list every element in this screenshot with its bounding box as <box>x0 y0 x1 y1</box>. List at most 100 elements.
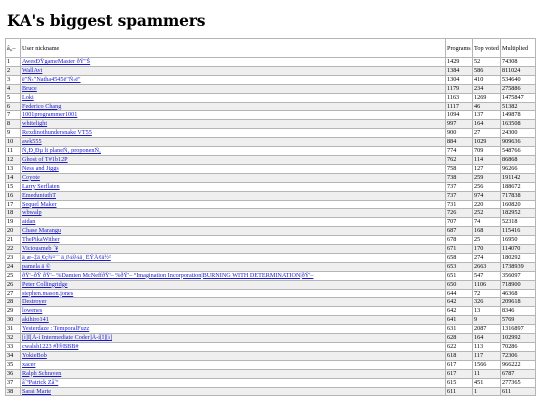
multiplied-cell: 811024 <box>500 65 536 76</box>
user-link[interactable]: Loki <box>22 94 34 101</box>
nickname-cell: pamela ä © <box>20 261 446 272</box>
table-row: 6 Federico Chang 1117 46 51382 <box>5 101 536 112</box>
table-row: 23 ä¸­æ–‡ä¸€ç¾¤¨¨ ä¸­ï¼š¼ä¸­ ÈŸÂ¢ä½² 658… <box>5 252 536 263</box>
multiplied-cell: 102992 <box>500 333 536 343</box>
programs-cell: 678 <box>445 235 473 246</box>
top-voted-cell: 547 <box>472 270 501 281</box>
rank-cell: 26 <box>5 279 21 290</box>
user-link[interactable]: [ì]Î[Ã-í Intermediate Coder]Ã-í[Î][ì] <box>22 335 112 342</box>
user-link[interactable]: ä¸­æ–‡ä¸€ç¾¤¨¨ ä¸­ï¼š¼ä¸­ ÈŸÂ¢ä½² <box>22 254 111 261</box>
top-voted-cell: 2663 <box>472 261 501 272</box>
page: KA's biggest spammers â„– User nickname … <box>0 0 540 405</box>
user-link[interactable]: AwesÐŸgameMaster ðŸ"Š <box>22 58 90 65</box>
user-link[interactable]: akihiro141 <box>22 317 49 324</box>
rank-cell: 19 <box>5 217 21 228</box>
programs-cell: 687 <box>445 226 473 237</box>
top-voted-cell: 252 <box>472 208 501 219</box>
rank-cell: 33 <box>5 342 21 352</box>
rank-cell: 15 <box>5 181 21 192</box>
programs-cell: 618 <box>445 350 473 361</box>
nickname-cell: Ness and Jiggs <box>20 163 446 174</box>
programs-cell: 1384 <box>445 65 473 76</box>
user-link[interactable]: Rexdinothundersnake VT55 <box>22 130 92 137</box>
table-row: 11 Ñ‚Ð¸Ðµ lt planeÑ‚ proponenÑ‚ 774 709 … <box>5 146 536 156</box>
user-link[interactable]: Sarai Marte <box>22 388 51 395</box>
user-link[interactable]: 1001programmer1001 <box>22 112 77 119</box>
multiplied-cell: 182952 <box>500 208 536 219</box>
rank-cell: 14 <box>5 172 21 183</box>
user-link[interactable]: Sequel Maker <box>22 201 57 208</box>
user-link[interactable]: cwalsh1223 #Ï®BBB# <box>22 343 78 350</box>
nickname-cell: xacer <box>20 359 446 370</box>
nickname-cell: ThePikaWither <box>20 235 446 246</box>
programs-cell: 615 <box>445 377 473 388</box>
nickname-cell: Federico Chang <box>20 101 446 112</box>
user-link[interactable]: Ghost of T#1b12P <box>22 156 68 163</box>
rank-cell: 12 <box>5 154 21 165</box>
table-body: 1 AwesÐŸgameMaster ðŸ"Š 1429 52 74308 2 … <box>5 57 536 397</box>
table-row: 32 [ì]Î[Ã-í Intermediate Coder]Ã-í[Î][ì]… <box>5 333 536 343</box>
user-link[interactable]: aidan <box>22 219 35 226</box>
table-row: 28 Destroyer 642 326 209618 <box>5 297 536 308</box>
programs-cell: 731 <box>445 199 473 210</box>
table-row: 17 Sequel Maker 731 220 160820 <box>5 199 536 210</box>
header-multiplied: Multiplied <box>500 38 536 58</box>
user-link[interactable]: ThePikaWither <box>22 237 60 244</box>
programs-cell: 737 <box>445 190 473 201</box>
programs-cell: 631 <box>445 324 473 335</box>
multiplied-cell: 548766 <box>500 146 536 156</box>
header-top-voted: Top voted <box>472 38 501 58</box>
user-link[interactable]: ðŸ'–ðŸ ðŸ'– %Damien McNeffðŸ'– %ðŸ'– °Im… <box>22 272 313 279</box>
user-link[interactable]: lowenes <box>22 308 42 315</box>
user-link[interactable]: whitelight <box>22 121 47 128</box>
programs-cell: 738 <box>445 172 473 183</box>
user-link[interactable]: EmeduniuthT <box>22 192 56 199</box>
programs-cell: 658 <box>445 252 473 263</box>
programs-cell: 628 <box>445 333 473 343</box>
user-link[interactable]: ë"Ñ‹"Natha4545ë"Ñ‹ë" <box>22 76 81 83</box>
multiplied-cell: 24300 <box>500 128 536 139</box>
table-row: 27 stephen.mason.jones 644 72 46368 <box>5 288 536 299</box>
user-link[interactable]: Ralph Schraven <box>22 370 61 377</box>
rank-cell: 24 <box>5 261 21 272</box>
table-row: 16 EmeduniuthT 737 974 717838 <box>5 190 536 201</box>
user-link[interactable]: Viciousmeb ´¥ <box>22 246 58 253</box>
user-link[interactable]: stephen.mason.jones <box>22 290 73 297</box>
header-rank: â„– <box>5 38 21 58</box>
user-link[interactable]: Bruce <box>22 85 37 92</box>
user-link[interactable]: awk555 <box>22 139 42 146</box>
programs-cell: 707 <box>445 217 473 228</box>
top-voted-cell: 127 <box>472 163 501 174</box>
programs-cell: 758 <box>445 163 473 174</box>
user-link[interactable]: Coyote <box>22 174 40 181</box>
multiplied-cell: 718900 <box>500 279 536 290</box>
top-voted-cell: 164 <box>472 333 501 343</box>
user-link[interactable]: Peter Collingridge <box>22 281 68 288</box>
multiplied-cell: 5769 <box>500 315 536 326</box>
user-link[interactable]: wbwalp <box>22 210 42 217</box>
top-voted-cell: 74 <box>472 217 501 228</box>
nickname-cell: Destroyer <box>20 297 446 308</box>
user-link[interactable]: Larry Serflaten <box>22 183 60 190</box>
user-link[interactable]: WallAvi <box>22 67 42 74</box>
nickname-cell: Ñ‚Ð¸Ðµ lt planeÑ‚ proponenÑ‚ <box>20 146 446 156</box>
table-row: 25 ðŸ'–ðŸ ðŸ'– %Damien McNeffðŸ'– %ðŸ'– … <box>5 270 536 281</box>
user-link[interactable]: YokieBob <box>22 352 47 359</box>
spammers-table: â„– User nickname Programs Top voted Mul… <box>5 38 536 397</box>
user-link[interactable]: â˜ºPatrick Zâ˜º <box>22 379 58 386</box>
user-link[interactable]: pamela ä © <box>22 263 50 270</box>
top-voted-cell: 168 <box>472 226 501 237</box>
user-link[interactable]: Ñ‚Ð¸Ðµ lt planeÑ‚ proponenÑ‚ <box>22 148 101 155</box>
user-link[interactable]: Ness and Jiggs <box>22 165 59 172</box>
user-link[interactable]: xacer <box>22 361 35 368</box>
user-link[interactable]: Chase Marangu <box>22 228 61 235</box>
programs-cell: 641 <box>445 315 473 326</box>
multiplied-cell: 1316897 <box>500 324 536 335</box>
user-link[interactable]: Federico Chang <box>22 103 61 110</box>
nickname-cell: Ralph Schraven <box>20 368 446 379</box>
top-voted-cell: 234 <box>472 83 501 94</box>
nickname-cell: EmeduniuthT <box>20 190 446 201</box>
multiplied-cell: 46368 <box>500 288 536 299</box>
user-link[interactable]: Destroyer <box>22 299 46 306</box>
user-link[interactable]: Yesterdaze : TemporalFuzz <box>22 326 89 333</box>
